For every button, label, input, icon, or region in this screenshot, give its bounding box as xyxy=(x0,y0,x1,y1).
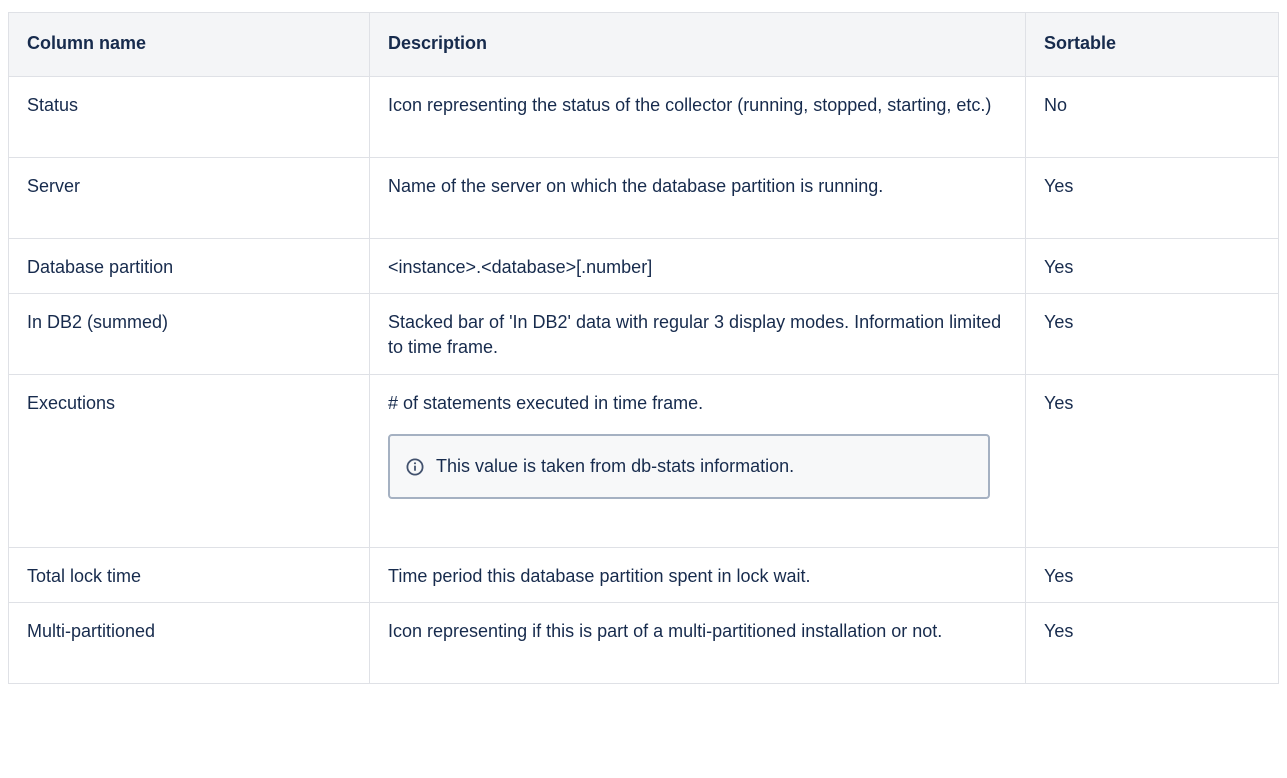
sortable-cell: Yes xyxy=(1025,602,1279,684)
table-row: Status Icon representing the status of t… xyxy=(8,76,1279,158)
description-cell: # of statements executed in time frame. … xyxy=(369,374,1026,548)
table-header-row: Column name Description Sortable xyxy=(8,12,1279,77)
column-name-cell: Total lock time xyxy=(8,547,370,603)
column-name-cell: Server xyxy=(8,157,370,239)
description-cell: <instance>.<database>[.number] xyxy=(369,238,1026,294)
table-row: In DB2 (summed) Stacked bar of 'In DB2' … xyxy=(8,293,1279,375)
table-row: Executions # of statements executed in t… xyxy=(8,374,1279,548)
table-row: Total lock time Time period this databas… xyxy=(8,547,1279,603)
sortable-cell: Yes xyxy=(1025,157,1279,239)
description-cell: Icon representing the status of the coll… xyxy=(369,76,1026,158)
header-description: Description xyxy=(369,12,1026,77)
sortable-cell: Yes xyxy=(1025,293,1279,375)
info-note-panel: This value is taken from db-stats inform… xyxy=(388,434,990,499)
description-text: # of statements executed in time frame. xyxy=(388,393,704,413)
header-column-name: Column name xyxy=(8,12,370,77)
description-cell: Stacked bar of 'In DB2' data with regula… xyxy=(369,293,1026,375)
column-name-cell: Status xyxy=(8,76,370,158)
header-sortable: Sortable xyxy=(1025,12,1279,77)
description-cell: Name of the server on which the database… xyxy=(369,157,1026,239)
column-name-cell: In DB2 (summed) xyxy=(8,293,370,375)
column-name-cell: Multi-partitioned xyxy=(8,602,370,684)
sortable-cell: Yes xyxy=(1025,238,1279,294)
table-row: Database partition <instance>.<database>… xyxy=(8,238,1279,294)
info-note-text: This value is taken from db-stats inform… xyxy=(436,456,795,476)
table-row: Server Name of the server on which the d… xyxy=(8,157,1279,239)
sortable-cell: Yes xyxy=(1025,374,1279,548)
column-name-cell: Executions xyxy=(8,374,370,548)
column-reference-table: Column name Description Sortable Status … xyxy=(8,12,1279,684)
column-name-cell: Database partition xyxy=(8,238,370,294)
column-reference-table-wrapper: Column name Description Sortable Status … xyxy=(8,12,1279,684)
description-cell: Icon representing if this is part of a m… xyxy=(369,602,1026,684)
description-cell: Time period this database partition spen… xyxy=(369,547,1026,603)
table-row: Multi-partitioned Icon representing if t… xyxy=(8,602,1279,684)
sortable-cell: Yes xyxy=(1025,547,1279,603)
info-circle-icon xyxy=(406,458,424,475)
sortable-cell: No xyxy=(1025,76,1279,158)
